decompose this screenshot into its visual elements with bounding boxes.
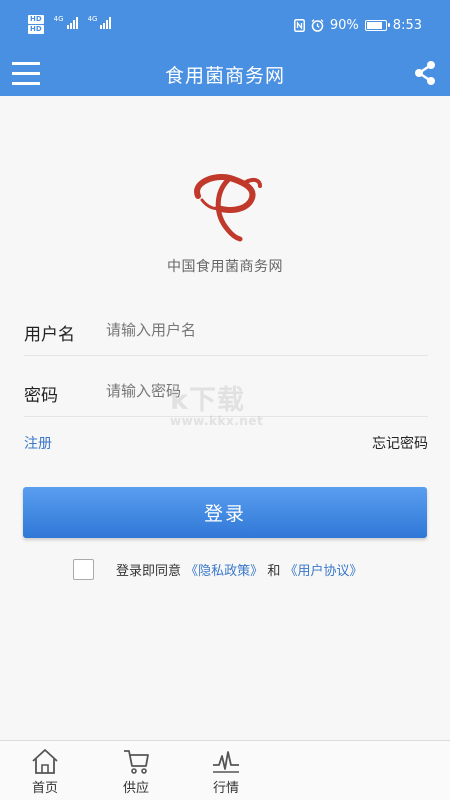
login-button[interactable]: 登录 xyxy=(23,487,427,538)
password-label: 密码 xyxy=(24,386,58,406)
tab-supply[interactable]: 供应 xyxy=(106,747,166,800)
battery-icon xyxy=(364,20,390,31)
hd-badges: HD HD xyxy=(28,15,44,34)
share-icon[interactable] xyxy=(410,58,440,88)
app-bar: 食用菌商务网 xyxy=(0,52,450,96)
forgot-password-link[interactable]: 忘记密码 xyxy=(372,433,428,453)
signal-icon: 4G xyxy=(88,15,112,29)
network-tag: 4G xyxy=(53,15,64,23)
agreement-conjunction: 和 xyxy=(267,564,281,579)
bottom-tab-bar: 首页 供应 行情 xyxy=(0,740,450,800)
password-input[interactable] xyxy=(106,377,406,405)
hd-badge: HD xyxy=(28,25,44,34)
brand-name: 中国食用菌商务网 xyxy=(167,259,283,275)
cart-icon xyxy=(124,750,149,774)
trend-icon xyxy=(213,751,239,773)
tab-home[interactable]: 首页 xyxy=(15,747,75,800)
tab-supply-label: 供应 xyxy=(122,781,149,796)
username-row: 用户名 xyxy=(24,298,428,356)
username-label: 用户名 xyxy=(24,325,75,345)
hd-badge: HD xyxy=(28,15,44,24)
page-title: 食用菌商务网 xyxy=(164,65,285,87)
network-tag: 4G xyxy=(87,15,98,23)
agreement-text: 登录即同意 《隐私政策》 和 《用户协议》 xyxy=(116,560,362,579)
clock: 8:53 xyxy=(392,18,422,33)
logo-icon xyxy=(194,174,262,242)
status-bar: HD HD 4G 4G 90% 8:53 xyxy=(0,0,450,52)
battery-fill xyxy=(366,22,383,29)
agreement-prefix: 登录即同意 xyxy=(116,564,182,579)
privacy-policy-link[interactable]: 《隐私政策》 xyxy=(185,564,263,579)
nfc-icon xyxy=(293,19,305,32)
battery-percent: 90% xyxy=(329,18,359,33)
alarm-icon xyxy=(311,19,324,32)
username-input[interactable] xyxy=(106,316,406,344)
status-network: HD HD 4G 4G xyxy=(28,15,112,34)
tab-market-label: 行情 xyxy=(212,781,239,796)
user-agreement-link[interactable]: 《用户协议》 xyxy=(284,564,362,579)
status-indicators: 90% 8:53 xyxy=(293,18,422,33)
home-icon xyxy=(32,749,58,774)
signal-icon: 4G xyxy=(54,15,78,29)
agreement-checkbox[interactable] xyxy=(73,559,94,580)
register-link[interactable]: 注册 xyxy=(24,433,52,453)
tab-home-label: 首页 xyxy=(31,781,58,796)
tab-market[interactable]: 行情 xyxy=(196,747,256,800)
password-row: 密码 xyxy=(24,359,428,417)
